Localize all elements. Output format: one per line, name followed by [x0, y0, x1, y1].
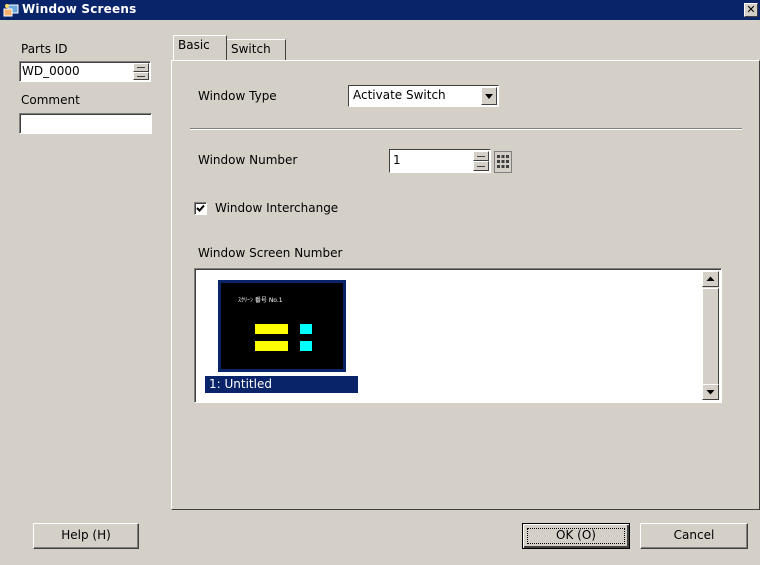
chevron-down-icon[interactable] — [481, 87, 497, 105]
arrow-down-icon — [706, 390, 715, 395]
tab-switch[interactable]: Switch — [226, 39, 286, 61]
tab-switch-label: Switch — [231, 42, 271, 56]
window-number-spinner[interactable] — [473, 151, 489, 171]
cancel-button-label: Cancel — [673, 528, 715, 542]
scroll-thumb[interactable] — [702, 288, 719, 385]
preview-yellow-block — [255, 341, 288, 351]
keypad-icon[interactable] — [494, 151, 512, 173]
parts-id-value: WD_0000 — [22, 64, 80, 78]
tab-basic[interactable]: Basic — [173, 35, 227, 60]
parts-id-spinner[interactable] — [133, 63, 149, 80]
close-button[interactable]: ✕ — [744, 3, 758, 17]
arrow-up-icon — [706, 276, 715, 281]
window-screens-icon — [3, 2, 19, 18]
window-number-field[interactable]: 1 — [389, 149, 491, 173]
window-interchange-label: Window Interchange — [215, 201, 339, 215]
spin-down-icon[interactable] — [473, 161, 489, 171]
window-type-label: Window Type — [198, 89, 277, 103]
window-title: Window Screens — [22, 2, 137, 16]
parts-id-field[interactable]: WD_0000 — [19, 61, 151, 82]
vertical-scrollbar[interactable] — [702, 271, 719, 400]
preview-cyan-block — [300, 324, 312, 334]
comment-label: Comment — [21, 93, 80, 107]
screen-caption[interactable]: 1: Untitled — [205, 376, 358, 393]
divider — [190, 128, 742, 130]
comment-field[interactable] — [19, 113, 152, 134]
window-screen-number-label: Window Screen Number — [198, 246, 343, 260]
window-type-value: Activate Switch — [353, 88, 446, 102]
preview-cyan-block — [300, 341, 312, 351]
scroll-up-button[interactable] — [702, 271, 719, 287]
ok-button[interactable]: OK (O) — [522, 523, 630, 549]
preview-yellow-block — [255, 324, 288, 334]
window-number-label: Window Number — [198, 153, 298, 167]
spin-up-icon[interactable] — [473, 151, 489, 161]
window-number-value: 1 — [393, 153, 401, 167]
cancel-button[interactable]: Cancel — [640, 523, 748, 549]
help-button[interactable]: Help (H) — [33, 523, 139, 549]
tab-basic-label: Basic — [178, 38, 210, 52]
spin-down-icon[interactable] — [133, 71, 149, 80]
help-button-label: Help (H) — [61, 528, 111, 542]
spin-up-icon[interactable] — [133, 63, 149, 72]
parts-id-label: Parts ID — [21, 42, 68, 56]
window-interchange-checkbox[interactable] — [194, 202, 207, 215]
close-icon: ✕ — [746, 3, 756, 16]
checkmark-icon — [196, 204, 205, 212]
window-type-select[interactable]: Activate Switch — [348, 85, 499, 107]
scroll-down-button[interactable] — [702, 384, 719, 400]
title-bar: Window Screens ✕ — [0, 0, 760, 20]
screen-thumbnail[interactable]: ｽｸﾘｰﾝ 番号 No.1 — [218, 280, 346, 372]
focus-rect — [527, 528, 625, 544]
thumbnail-preview-text: ｽｸﾘｰﾝ 番号 No.1 — [238, 297, 283, 304]
